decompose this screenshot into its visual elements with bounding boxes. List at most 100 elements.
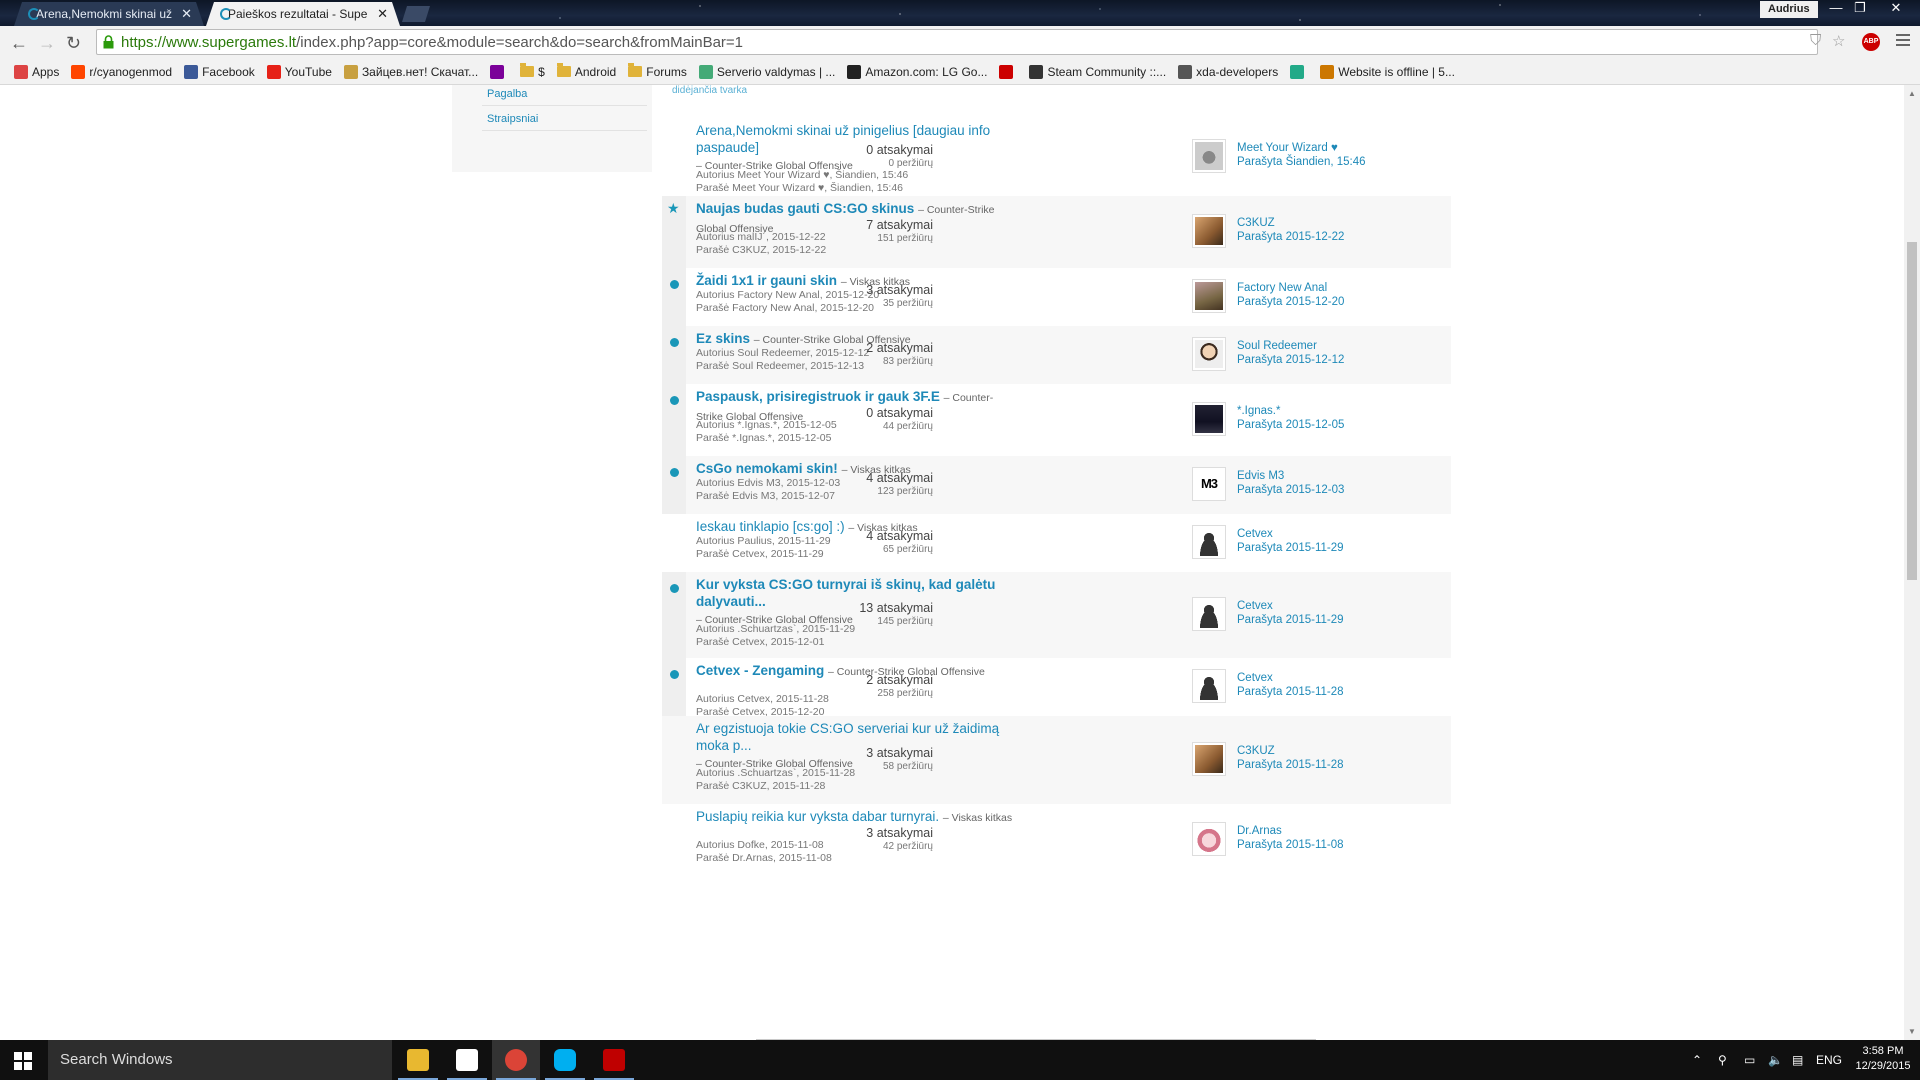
topic-title-link[interactable]: Ar egzistuoja tokie CS:GO serveriai kur … [696, 721, 999, 753]
topic-title-link[interactable]: Ieskau tinklapio [cs:go] :) [696, 519, 845, 534]
last-poster-link[interactable]: Edvis M3 [1237, 470, 1284, 482]
notifications-icon[interactable]: ▤ [1792, 1040, 1803, 1080]
last-post-date[interactable]: Parašyta 2015-11-28 [1237, 686, 1344, 698]
bookmark-item[interactable]: Forums [622, 63, 693, 79]
bookmark-item[interactable]: YouTube [261, 64, 338, 79]
profile-button[interactable]: Audrius [1760, 1, 1818, 18]
close-tab-icon[interactable]: ✕ [181, 6, 192, 22]
scrollbar-thumb[interactable] [1907, 242, 1917, 580]
last-post-date[interactable]: Parašyta 2015-12-12 [1237, 354, 1344, 366]
bookmark-item[interactable]: Apps [8, 64, 65, 79]
adblock-icon[interactable]: ABP [1862, 33, 1880, 51]
chevron-up-icon[interactable]: ⌃ [1692, 1040, 1702, 1080]
bookmark-item[interactable]: Facebook [178, 64, 261, 79]
close-tab-icon[interactable]: ✕ [377, 6, 388, 22]
shield-icon[interactable]: ⛉ [1810, 32, 1821, 49]
volume-icon[interactable]: 🔈 [1768, 1040, 1783, 1080]
taskbar-search-input[interactable]: Search Windows [48, 1040, 392, 1080]
taskbar-app-skype[interactable] [541, 1040, 589, 1080]
topic-title-link[interactable]: Žaidi 1x1 ir gauni skin [696, 273, 837, 288]
sidebar-item-pagalba[interactable]: Pagalba [487, 88, 527, 100]
reload-icon[interactable]: ↻ [66, 33, 81, 54]
bookmark-item[interactable]: xda-developers [1172, 64, 1284, 79]
taskbar-app-filezilla[interactable] [590, 1040, 638, 1080]
last-post-date[interactable]: Parašyta 2015-12-22 [1237, 231, 1344, 243]
last-poster-link[interactable]: C3KUZ [1237, 745, 1275, 757]
language-indicator[interactable]: ENG [1816, 1040, 1842, 1080]
taskbar-app-file-explorer[interactable] [394, 1040, 442, 1080]
last-poster-link[interactable]: Cetvex [1237, 528, 1273, 540]
avatar[interactable] [1192, 822, 1226, 856]
avatar[interactable] [1192, 279, 1226, 313]
restore-button[interactable]: ❐ [1846, 0, 1874, 18]
sidebar-item-straipsniai[interactable]: Straipsniai [487, 113, 538, 125]
last-poster-link[interactable]: Meet Your Wizard ♥ [1237, 142, 1338, 154]
taskbar-app-store[interactable] [443, 1040, 491, 1080]
bookmark-item[interactable]: Зайцев.нет! Скачат... [338, 64, 484, 79]
taskbar-app-chrome[interactable] [492, 1040, 540, 1080]
bookmark-item[interactable]: Serverio valdymas | ... [693, 64, 842, 79]
filezilla-icon [603, 1049, 625, 1071]
tab-search-results[interactable]: Paieškos rezultatai - Super ✕ [206, 2, 400, 26]
last-poster-link[interactable]: Factory New Anal [1237, 282, 1327, 294]
last-post-date[interactable]: Parašyta 2015-12-20 [1237, 296, 1344, 308]
last-poster-link[interactable]: Cetvex [1237, 600, 1273, 612]
topic-title-link[interactable]: Paspausk, prisiregistruok ir gauk 3F.E [696, 389, 940, 404]
scroll-down-icon[interactable]: ▼ [1908, 1027, 1916, 1036]
bookmark-item[interactable]: Steam Community ::... [1023, 64, 1172, 79]
avatar[interactable] [1192, 525, 1226, 559]
avatar[interactable] [1192, 402, 1226, 436]
topic-title-link[interactable]: Kur vyksta CS:GO turnyrai iš skinų, kad … [696, 577, 995, 609]
topic-author: Autorius Soul Redeemer, 2015-12-12 [696, 346, 870, 359]
bookmark-item[interactable] [1284, 64, 1314, 79]
taskbar-clock[interactable]: 3:58 PM 12/29/2015 [1850, 1044, 1916, 1074]
back-arrow-icon[interactable]: ← [10, 33, 28, 54]
vertical-scrollbar[interactable]: ▲ ▼ [1904, 85, 1920, 1040]
search-result-row: Paspausk, prisiregistruok ir gauk 3F.E –… [662, 384, 1451, 456]
last-poster-link[interactable]: Soul Redeemer [1237, 340, 1317, 352]
topic-title-link[interactable]: Puslapių reikia kur vyksta dabar turnyra… [696, 809, 939, 824]
last-poster-link[interactable]: C3KUZ [1237, 217, 1275, 229]
last-poster-link[interactable]: Cetvex [1237, 672, 1273, 684]
forward-arrow-icon[interactable]: → [38, 33, 56, 54]
last-poster-link[interactable]: *.Ignas.* [1237, 405, 1280, 417]
bookmark-item[interactable]: Website is offline | 5... [1314, 64, 1461, 79]
topic-title-link[interactable]: CsGo nemokami skin! [696, 461, 838, 476]
last-post-date[interactable]: Parašyta 2015-11-29 [1237, 614, 1344, 626]
bookmark-star-icon[interactable]: ☆ [1832, 32, 1845, 50]
avatar[interactable] [1192, 139, 1226, 173]
scroll-up-icon[interactable]: ▲ [1908, 89, 1916, 98]
last-post-date[interactable]: Parašyta 2015-12-05 [1237, 419, 1344, 431]
topic-title-link[interactable]: Naujas budas gauti CS:GO skinus [696, 201, 914, 216]
last-post-date[interactable]: Parašyta 2015-12-03 [1237, 484, 1344, 496]
network-icon[interactable]: ⚲ [1718, 1040, 1727, 1080]
last-poster-link[interactable]: Dr.Arnas [1237, 825, 1282, 837]
avatar[interactable] [1192, 669, 1226, 703]
avatar[interactable]: M3 [1192, 467, 1226, 501]
windows-start-icon[interactable] [14, 1052, 32, 1070]
bookmark-item[interactable]: r/cyanogenmod [65, 64, 178, 79]
address-bar[interactable]: https://www.supergames.lt/index.php?app=… [96, 29, 1818, 55]
forum-name-link[interactable]: – Viskas kitkas [943, 812, 1012, 824]
close-window-button[interactable]: ✕ [1882, 0, 1910, 18]
last-post-date[interactable]: Parašyta Šiandien, 15:46 [1237, 156, 1366, 168]
bookmark-item[interactable]: Android [551, 63, 622, 79]
tab-arena[interactable]: Arena,Nemokmi skinai už ✕ [14, 2, 204, 26]
last-post-date[interactable]: Parašyta 2015-11-29 [1237, 542, 1344, 554]
monitor-icon[interactable]: ▭ [1744, 1040, 1755, 1080]
avatar[interactable] [1192, 597, 1226, 631]
bookmark-item[interactable]: $ [514, 63, 551, 79]
last-post-date[interactable]: Parašyta 2015-11-08 [1237, 839, 1344, 851]
avatar[interactable] [1192, 742, 1226, 776]
topic-title-link[interactable]: Cetvex - Zengaming [696, 663, 824, 678]
bookmark-item[interactable] [484, 64, 514, 79]
topic-title-link[interactable]: Arena,Nemokmi skinai už pinigelius [daug… [696, 123, 990, 155]
topic-title-link[interactable]: Ez skins [696, 331, 750, 346]
sort-order-link[interactable]: didėjančia tvarka [672, 85, 747, 96]
menu-hamburger-icon[interactable] [1896, 34, 1910, 48]
bookmark-item[interactable] [993, 64, 1023, 79]
last-post-date[interactable]: Parašyta 2015-11-28 [1237, 759, 1344, 771]
avatar[interactable] [1192, 214, 1226, 248]
avatar[interactable] [1192, 337, 1226, 371]
bookmark-item[interactable]: Amazon.com: LG Go... [841, 64, 993, 79]
